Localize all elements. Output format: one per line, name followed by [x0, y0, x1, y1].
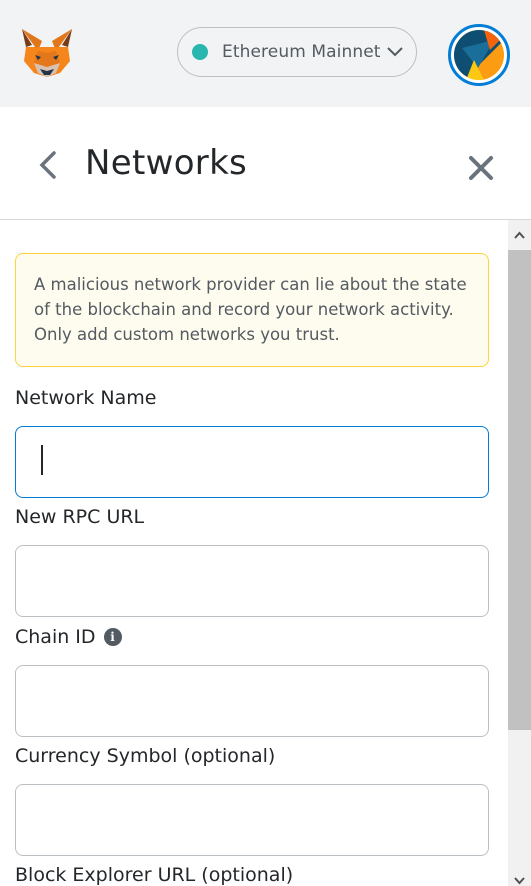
account-avatar[interactable] [448, 24, 510, 86]
network-name-label: Network Name [15, 387, 157, 409]
page-title: Networks [85, 143, 248, 183]
network-name: Ethereum Mainnet [222, 42, 381, 62]
chain-id-input[interactable] [15, 665, 489, 737]
app-header: Ethereum Mainnet [0, 0, 531, 107]
currency-symbol-label: Currency Symbol (optional) [15, 745, 276, 767]
add-network-form: A malicious network provider can lie abo… [0, 220, 508, 886]
network-status-dot [192, 44, 208, 60]
close-icon[interactable] [466, 153, 496, 183]
scroll-up-arrow-icon[interactable] [508, 220, 531, 250]
metamask-fox-logo[interactable] [20, 27, 74, 79]
back-arrow-icon[interactable] [34, 147, 60, 183]
chain-id-label-row: Chain ID i [15, 626, 122, 648]
text-caret [41, 445, 43, 475]
block-explorer-url-label: Block Explorer URL (optional) [15, 864, 294, 886]
chain-id-label: Chain ID [15, 626, 96, 648]
network-name-input[interactable] [15, 426, 489, 498]
scrollbar[interactable] [508, 220, 531, 886]
page-header: Networks [0, 107, 531, 220]
chevron-down-icon [387, 47, 403, 57]
rpc-url-input[interactable] [15, 545, 489, 617]
scrollbar-thumb[interactable] [508, 250, 531, 730]
network-selector[interactable]: Ethereum Mainnet [177, 27, 417, 77]
info-icon[interactable]: i [103, 628, 122, 646]
rpc-url-label: New RPC URL [15, 506, 145, 528]
scroll-down-arrow-icon[interactable] [508, 872, 531, 886]
warning-banner: A malicious network provider can lie abo… [15, 253, 489, 367]
currency-symbol-input[interactable] [15, 784, 489, 856]
